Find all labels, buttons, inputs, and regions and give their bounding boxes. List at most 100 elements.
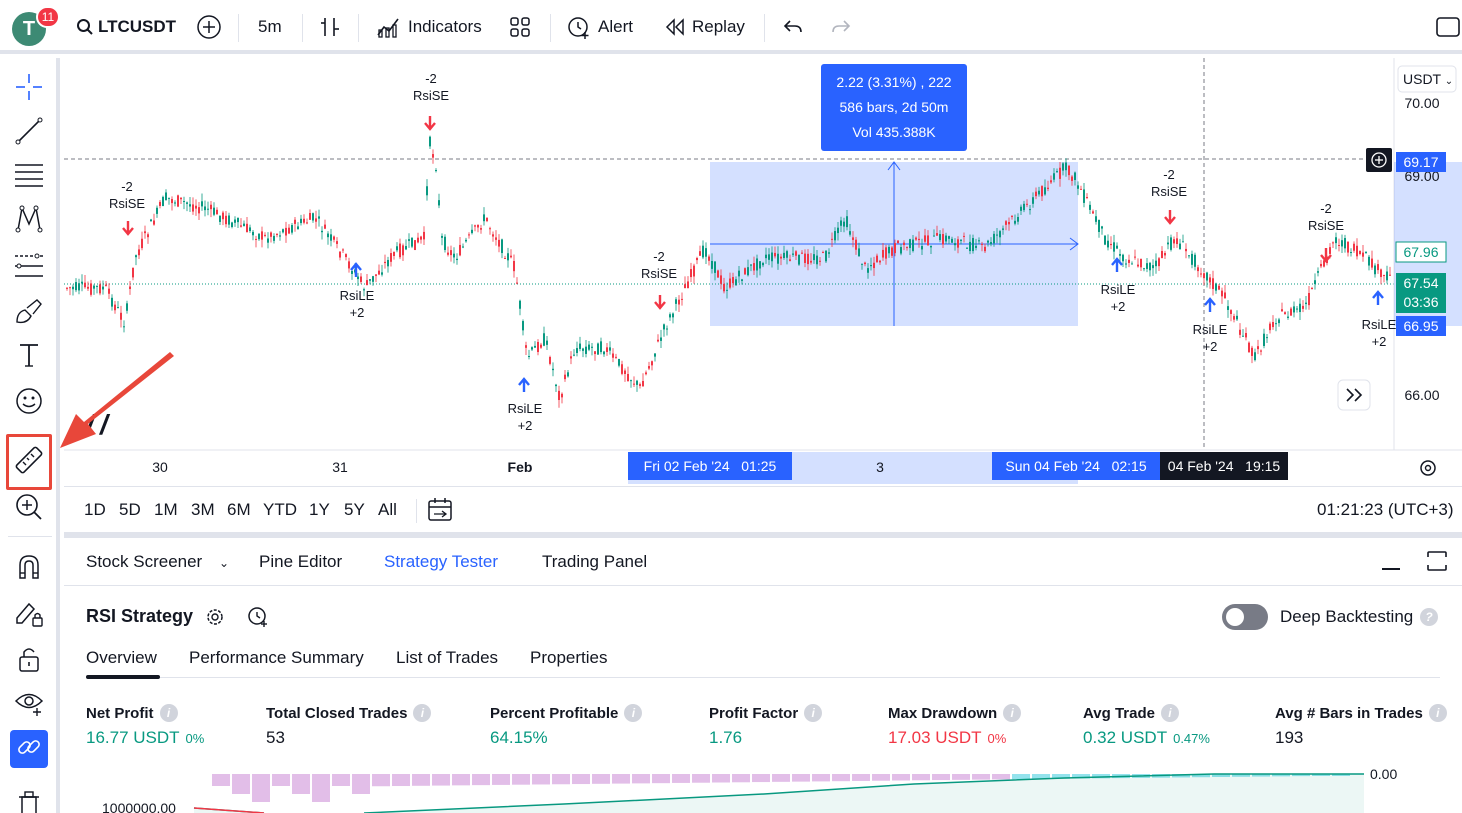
equity-drawdown-bar (912, 774, 930, 781)
equity-drawdown-bar (332, 774, 350, 786)
trendline-tool[interactable] (10, 114, 48, 152)
pattern-tool[interactable] (10, 202, 48, 240)
candle-body (486, 217, 488, 222)
range-6m[interactable]: 6M (227, 500, 251, 520)
candle-body (378, 270, 380, 275)
alert-button[interactable]: Alert (566, 0, 633, 54)
equity-drawdown-bar (872, 774, 890, 781)
candle-body (1122, 254, 1124, 262)
templates-button[interactable] (508, 0, 532, 54)
candle-body (189, 204, 191, 207)
candle-body (144, 231, 146, 234)
subtab-properties[interactable]: Properties (530, 648, 607, 668)
magnet-tool[interactable] (10, 550, 48, 588)
notification-badge[interactable]: 11 (36, 6, 60, 28)
candle-body (774, 252, 776, 257)
candle-body (108, 288, 110, 294)
range-5y[interactable]: 5Y (344, 500, 365, 520)
candle-body (708, 256, 710, 261)
tab-strategy-tester[interactable]: Strategy Tester (384, 552, 498, 572)
equity-drawdown-bar (272, 774, 290, 786)
brush-tool[interactable] (10, 294, 48, 332)
range-3m[interactable]: 3M (191, 500, 215, 520)
clock-timezone[interactable]: 01:21:23 (UTC+3) (1317, 500, 1454, 520)
candle-body (546, 340, 548, 345)
range-all[interactable]: All (378, 500, 397, 520)
hide-drawings-tool[interactable] (10, 686, 48, 724)
subtab-list-of-trades[interactable]: List of Trades (396, 648, 498, 668)
candle-body (105, 284, 107, 286)
candle-body (96, 285, 98, 287)
candle-body (666, 328, 668, 330)
candle-body (1074, 172, 1076, 180)
minimize-panel-icon[interactable] (1382, 568, 1400, 570)
deep-backtesting-toggle[interactable] (1222, 604, 1268, 630)
range-1y[interactable]: 1Y (309, 500, 330, 520)
metric-avg-bars-in-trades: Avg # Bars in Trades i 193 (1275, 704, 1447, 748)
range-5d[interactable]: 5D (119, 500, 141, 520)
equity-drawdown-bar (592, 774, 610, 784)
tab-trading-panel[interactable]: Trading Panel (542, 552, 647, 572)
candle-body (930, 245, 932, 248)
crosshair-tool[interactable] (10, 70, 48, 108)
zoom-in-tool[interactable] (10, 490, 48, 528)
candle-body (690, 269, 692, 278)
strategy-alert-button[interactable] (246, 604, 270, 633)
range-1m[interactable]: 1M (154, 500, 178, 520)
candle-body (282, 229, 284, 233)
chart-settings-icon[interactable] (1420, 460, 1436, 476)
forecast-tool[interactable] (10, 248, 48, 286)
candle-body (744, 268, 746, 275)
unlock-tool[interactable] (10, 642, 48, 680)
fib-tool[interactable] (10, 158, 48, 196)
maximize-panel-button[interactable] (1426, 550, 1448, 577)
candle-body (1344, 238, 1346, 249)
fullscreen-button[interactable] (1436, 0, 1460, 54)
replay-button[interactable]: Replay (664, 0, 745, 54)
subtab-performance-summary[interactable]: Performance Summary (189, 648, 364, 668)
forecast-icon (13, 250, 45, 285)
text-tool[interactable] (10, 338, 48, 376)
help-icon[interactable]: ? (1420, 608, 1438, 626)
tab-stock-screener[interactable]: Stock Screener ⌄ (86, 552, 229, 572)
sync-drawings-tool[interactable] (10, 730, 48, 768)
candle-body (1128, 259, 1130, 263)
candle-body (987, 240, 989, 243)
candle-body (813, 254, 815, 261)
candle-body (357, 276, 359, 280)
emoji-tool[interactable] (10, 384, 48, 422)
go-to-date-button[interactable] (426, 496, 454, 529)
add-symbol-button[interactable] (196, 0, 222, 54)
candle-body (783, 252, 785, 259)
strategy-settings-button[interactable] (204, 606, 226, 633)
candle-body (1053, 173, 1055, 180)
remove-drawings-tool[interactable] (10, 786, 48, 813)
bar-style-button[interactable] (318, 0, 342, 54)
metric-avg-trade: Avg Trade i 0.32 USDT 0.47% (1083, 704, 1210, 747)
interval-button[interactable]: 5m (258, 0, 282, 54)
undo-button[interactable] (782, 0, 804, 54)
symbol-search-button[interactable]: LTCUSDT (76, 0, 176, 54)
candle-body (1191, 253, 1193, 265)
candle-body (576, 348, 578, 353)
range-ytd[interactable]: YTD (263, 500, 297, 520)
measure-tool[interactable] (10, 443, 48, 481)
candle-body (627, 373, 629, 381)
indicators-button[interactable]: Indicators (376, 0, 482, 54)
candle-body (1287, 316, 1289, 318)
time-badge-start: Fri 02 Feb '24 01:25 (643, 458, 777, 474)
price-chart[interactable]: 70.00 69.00 66.00 30 31 Feb 3 / / USDT ⌄… (64, 58, 1462, 486)
lock-drawing-tool[interactable] (10, 596, 48, 634)
subtab-overview[interactable]: Overview (86, 648, 157, 668)
candle-body (333, 236, 335, 240)
currency-select[interactable]: USDT ⌄ (1403, 71, 1453, 87)
candle-body (81, 281, 83, 284)
candle-body (66, 287, 68, 289)
strategy-title[interactable]: RSI Strategy (86, 606, 193, 627)
redo-button[interactable] (830, 0, 852, 54)
templates-icon (508, 15, 532, 39)
tab-pine-editor[interactable]: Pine Editor (259, 552, 342, 572)
signal-label: RsiLE +2 (1361, 317, 1397, 349)
range-1d[interactable]: 1D (84, 500, 106, 520)
level-price-badge: 67.96 (1403, 244, 1439, 260)
